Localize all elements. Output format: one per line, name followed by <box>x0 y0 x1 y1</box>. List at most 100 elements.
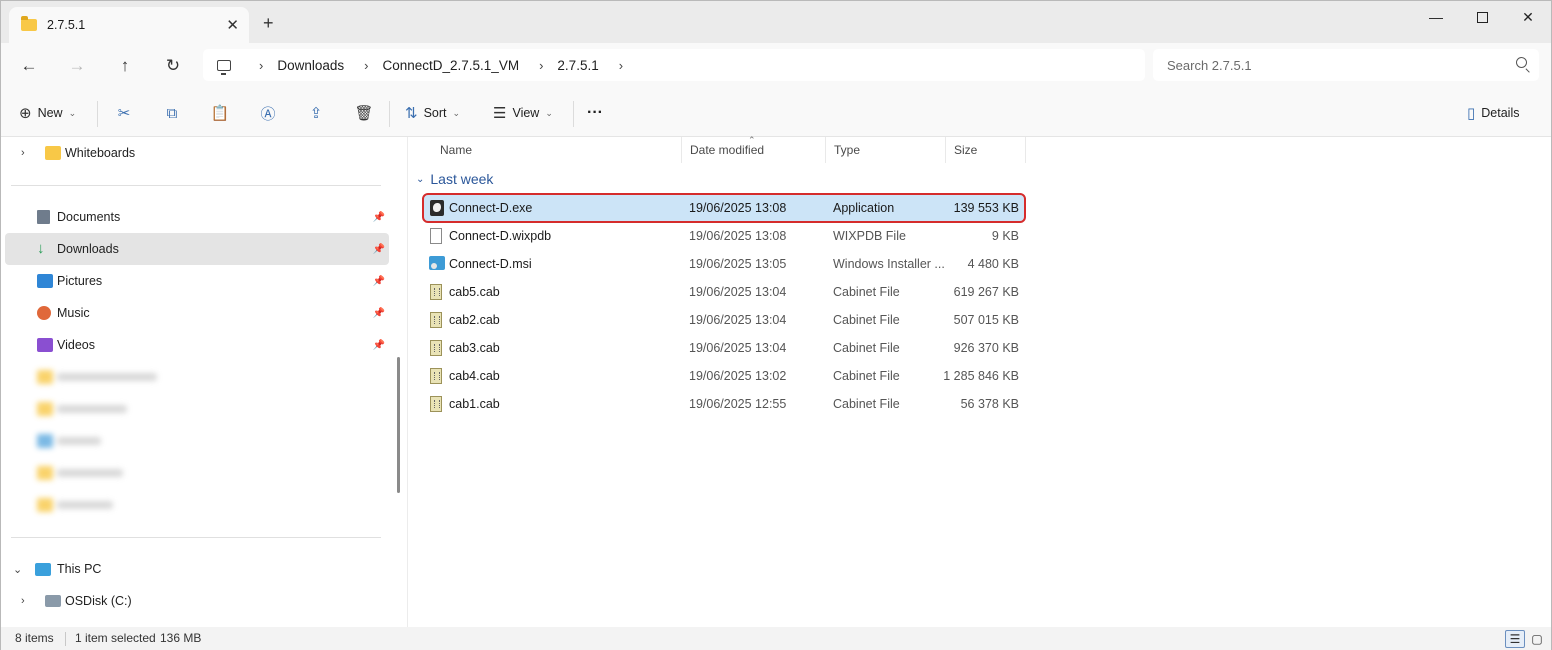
chevron-right-icon[interactable]: › <box>619 58 623 73</box>
details-view-button[interactable]: ☰ <box>1505 630 1525 648</box>
chevron-right-icon[interactable]: › <box>539 58 543 73</box>
rename-button[interactable]: Ⓐ <box>255 101 281 125</box>
more-options-button[interactable]: ··· <box>587 101 603 125</box>
sidebar-item-videos[interactable]: Videos 📌 <box>5 329 389 361</box>
sidebar-item-documents[interactable]: Documents 📌 <box>5 201 389 233</box>
sidebar-item-music[interactable]: Music 📌 <box>5 297 389 329</box>
command-divider <box>97 101 98 127</box>
chevron-right-icon[interactable]: › <box>259 58 263 73</box>
tiles-view-button[interactable]: ▢ <box>1527 630 1547 648</box>
copy-button[interactable]: ⧉ <box>159 101 185 125</box>
details-pane-icon: ▯ <box>1467 105 1476 122</box>
sidebar-item-downloads[interactable]: ↓ Downloads 📌 <box>5 233 389 265</box>
pictures-icon <box>37 274 53 288</box>
maximize-icon <box>1476 11 1488 23</box>
sidebar-item-label: OSDisk (C:) <box>65 594 132 608</box>
new-button[interactable]: ⊕ New ⌄ <box>19 101 76 125</box>
column-header-type[interactable]: Type <box>826 137 946 163</box>
sidebar-scrollbar[interactable] <box>397 357 400 493</box>
column-header-size[interactable]: Size <box>946 137 1026 163</box>
chevron-down-icon: ⌄ <box>545 107 553 118</box>
column-header-date[interactable]: ⌃ Date modified <box>682 135 826 163</box>
view-button[interactable]: ☰ View ⌄ <box>493 101 553 125</box>
sort-label: Sort <box>423 106 447 120</box>
pin-icon[interactable]: 📌 <box>373 308 385 319</box>
pin-icon[interactable]: 📌 <box>373 212 385 223</box>
delete-button[interactable]: 🗑 <box>351 101 377 125</box>
forward-button[interactable]: → <box>63 54 91 78</box>
address-row: ← → ↑ ↻ › Downloads › ConnectD_2.7.5.1_V… <box>1 43 1551 89</box>
new-tab-button[interactable]: + <box>263 13 274 34</box>
breadcrumb-connectd-vm[interactable]: ConnectD_2.7.5.1_VM <box>382 58 519 73</box>
sidebar-item-label: This PC <box>57 562 102 576</box>
chevron-down-icon: ⌄ <box>68 107 77 118</box>
search-placeholder: Search 2.7.5.1 <box>1167 57 1252 73</box>
up-button[interactable]: ↑ <box>111 54 139 78</box>
chevron-down-icon[interactable]: ⌄ <box>13 563 22 576</box>
file-name: Connect-D.wixpdb <box>449 229 552 243</box>
sidebar-item-redacted[interactable] <box>5 361 389 393</box>
search-icon <box>1516 57 1527 68</box>
file-type: WIXPDB File <box>833 229 906 243</box>
sidebar-item-label: Music <box>57 306 90 320</box>
close-tab-icon[interactable]: ✕ <box>226 16 239 34</box>
file-name: cab5.cab <box>449 285 500 299</box>
search-input[interactable]: Search 2.7.5.1 <box>1153 49 1539 81</box>
computer-icon <box>217 59 231 75</box>
download-icon: ↓ <box>37 240 45 257</box>
pin-icon[interactable]: 📌 <box>373 340 385 351</box>
sort-button[interactable]: ⇅ Sort ⌄ <box>405 101 460 125</box>
file-size: 9 KB <box>991 229 1019 243</box>
column-header-name[interactable]: Name <box>432 137 682 163</box>
file-name: cab1.cab <box>449 397 500 411</box>
file-size: 56 378 KB <box>960 397 1019 411</box>
sidebar-divider <box>11 537 381 538</box>
sidebar-item-this-pc[interactable]: ⌄ This PC <box>5 553 389 585</box>
details-label: Details <box>1481 106 1520 120</box>
sidebar-item-osdisk[interactable]: › OSDisk (C:) <box>5 585 389 617</box>
file-size: 139 553 KB <box>953 201 1019 215</box>
back-button[interactable]: ← <box>15 54 43 78</box>
plus-circle-icon: ⊕ <box>19 105 32 122</box>
maximize-button[interactable] <box>1459 1 1505 33</box>
chevron-down-icon: ⌄ <box>452 107 461 118</box>
chevron-right-icon[interactable]: › <box>364 58 368 73</box>
breadcrumb-downloads[interactable]: Downloads <box>277 58 344 73</box>
msi-icon <box>429 256 445 270</box>
file-date: 19/06/2025 13:08 <box>689 201 787 215</box>
file-row[interactable]: Connect-D.exe 19/06/2025 13:08 Applicati… <box>422 193 1026 223</box>
file-row[interactable]: cab1.cab 19/06/2025 12:55 Cabinet File 5… <box>424 391 1024 417</box>
sidebar-item-redacted[interactable] <box>5 489 389 521</box>
pin-icon[interactable]: 📌 <box>373 276 385 287</box>
sidebar-item-redacted[interactable] <box>5 457 389 489</box>
sidebar-item-redacted[interactable] <box>5 393 389 425</box>
pin-icon[interactable]: 📌 <box>373 244 385 255</box>
tab-current-folder[interactable]: 2.7.5.1 ✕ <box>9 7 249 43</box>
command-divider <box>389 101 390 127</box>
breadcrumb-2751[interactable]: 2.7.5.1 <box>557 58 598 73</box>
cut-button[interactable]: ✂ <box>111 101 137 125</box>
this-pc-icon <box>35 562 51 576</box>
details-pane-button[interactable]: ▯ Details <box>1467 101 1519 125</box>
sidebar-item-pictures[interactable]: Pictures 📌 <box>5 265 389 297</box>
file-row[interactable]: Connect-D.wixpdb 19/06/2025 13:08 WIXPDB… <box>424 223 1024 249</box>
file-row[interactable]: cab3.cab 19/06/2025 13:04 Cabinet File 9… <box>424 335 1024 361</box>
paste-button[interactable]: 📋 <box>207 101 233 125</box>
file-date: 19/06/2025 13:08 <box>689 229 787 243</box>
group-header-last-week[interactable]: ⌄ Last week <box>416 171 493 187</box>
file-row[interactable]: cab2.cab 19/06/2025 13:04 Cabinet File 5… <box>424 307 1024 333</box>
sidebar-item-whiteboards[interactable]: › Whiteboards <box>5 137 389 169</box>
sidebar-item-redacted[interactable] <box>5 425 389 457</box>
file-list-pane: Name ⌃ Date modified Type Size ⌄ Last we… <box>407 135 1551 627</box>
file-row[interactable]: cab4.cab 19/06/2025 13:02 Cabinet File 1… <box>424 363 1024 389</box>
file-row[interactable]: Connect-D.msi 19/06/2025 13:05 Windows I… <box>424 251 1024 277</box>
close-window-button[interactable]: ✕ <box>1505 1 1551 33</box>
share-button[interactable]: ⇪ <box>303 101 329 125</box>
file-row[interactable]: cab5.cab 19/06/2025 13:04 Cabinet File 6… <box>424 279 1024 305</box>
refresh-button[interactable]: ↻ <box>159 54 187 78</box>
address-bar[interactable]: › Downloads › ConnectD_2.7.5.1_VM › 2.7.… <box>203 49 1145 81</box>
minimize-button[interactable]: — <box>1413 1 1459 33</box>
chevron-right-icon[interactable]: › <box>21 147 25 159</box>
documents-icon <box>37 210 50 224</box>
chevron-right-icon[interactable]: › <box>21 595 25 607</box>
